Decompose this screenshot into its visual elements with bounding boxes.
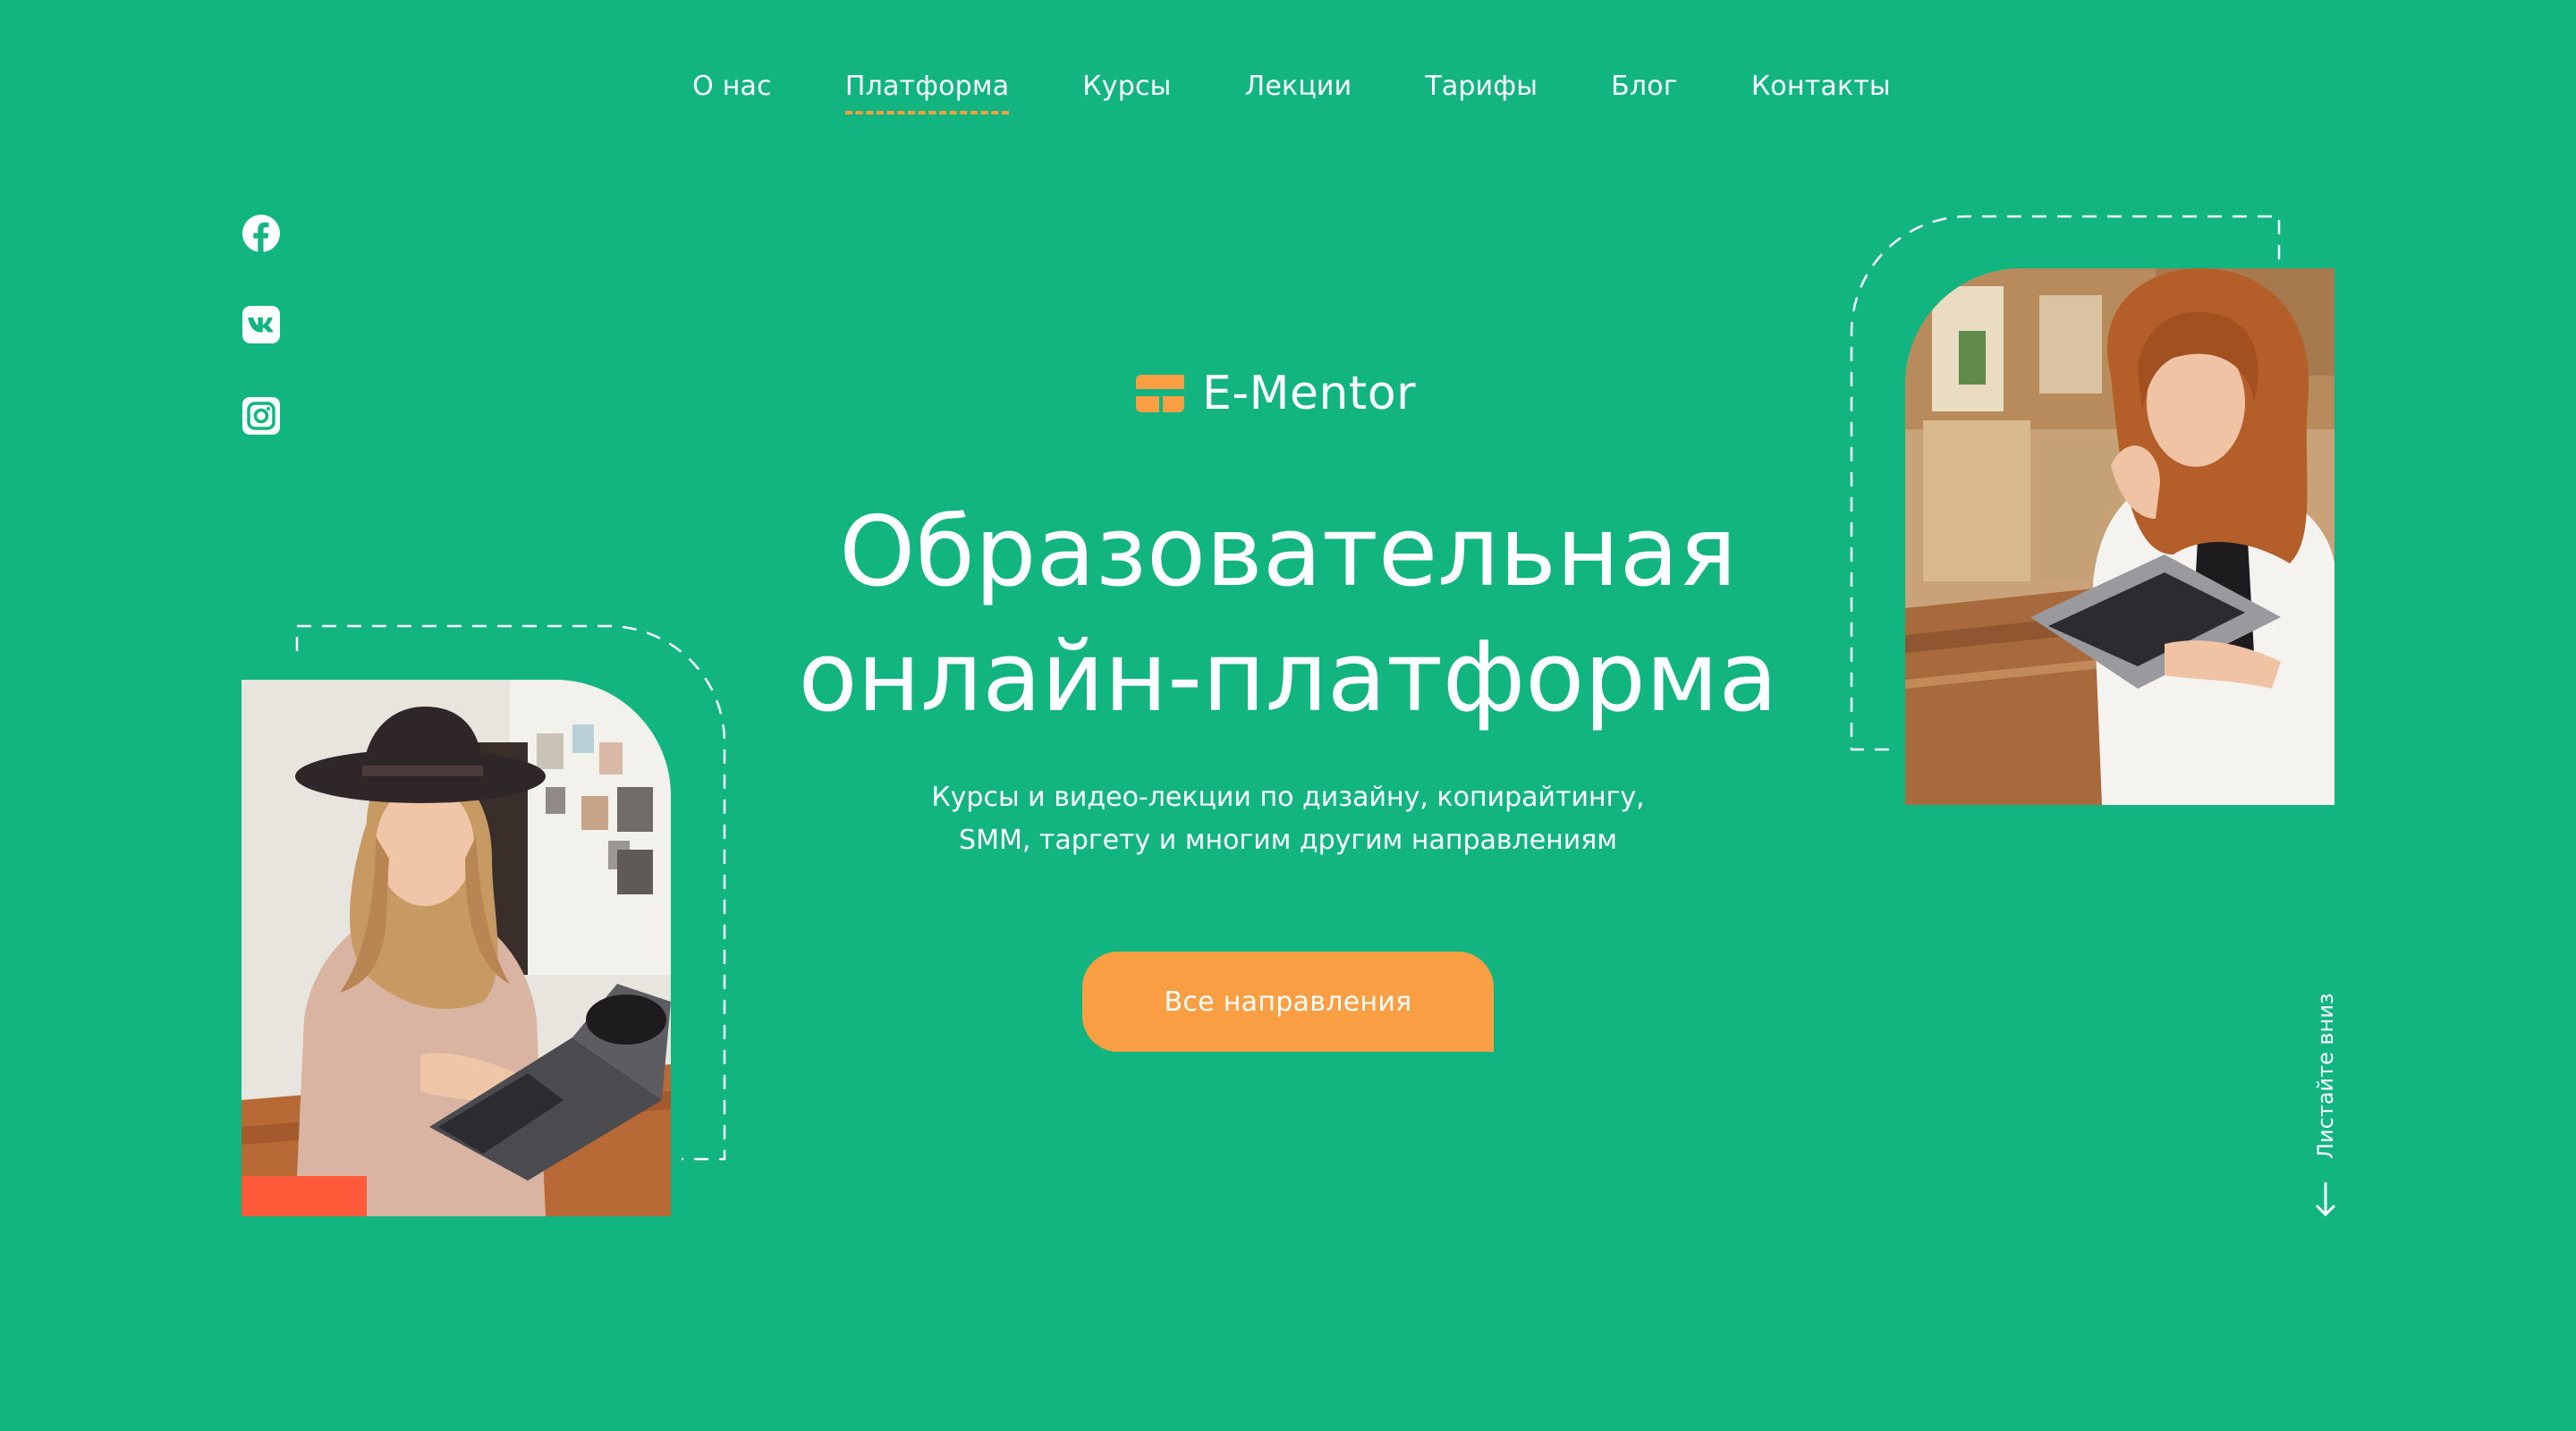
- hero-subtitle-line-1: Курсы и видео-лекции по дизайну, копирай…: [931, 782, 1645, 813]
- arrow-down-icon: [2315, 1182, 2336, 1217]
- vk-icon[interactable]: [242, 305, 281, 344]
- main-nav: О нас Платформа Курсы Лекции Тарифы Блог…: [0, 63, 2576, 114]
- nav-item-about[interactable]: О нас: [692, 63, 772, 114]
- hero-title: Образовательная онлайн-платформа: [0, 490, 2576, 741]
- social-links: [242, 214, 281, 436]
- hero-subtitle: Курсы и видео-лекции по дизайну, копирай…: [0, 776, 2576, 862]
- nav-item-courses[interactable]: Курсы: [1082, 63, 1171, 114]
- nav-item-pricing[interactable]: Тарифы: [1425, 63, 1538, 114]
- nav-item-blog[interactable]: Блог: [1611, 63, 1678, 114]
- nav-item-platform[interactable]: Платформа: [844, 63, 1010, 114]
- scroll-down-hint[interactable]: Листайте вниз: [2304, 980, 2349, 1222]
- hero-title-line-2: онлайн-платформа: [798, 622, 1778, 733]
- instagram-icon[interactable]: [242, 396, 281, 436]
- e-mentor-logo-icon: [1136, 375, 1184, 412]
- student-photo-left: [242, 680, 671, 1216]
- facebook-icon[interactable]: [242, 214, 281, 253]
- nav-item-lectures[interactable]: Лекции: [1245, 63, 1352, 114]
- woman-with-hat-laptop-image: [242, 680, 671, 1216]
- hero-subtitle-line-2: SMM, таргету и многим другим направления…: [959, 825, 1617, 856]
- brand-name: E-Mentor: [1202, 367, 1417, 420]
- scroll-down-label: Листайте вниз: [2313, 993, 2338, 1159]
- all-directions-button[interactable]: Все направления: [1082, 952, 1494, 1052]
- hero-title-line-1: Образовательная: [839, 496, 1737, 608]
- nav-item-contacts[interactable]: Контакты: [1751, 63, 1891, 114]
- brand-logo[interactable]: E-Mentor: [1134, 367, 1416, 420]
